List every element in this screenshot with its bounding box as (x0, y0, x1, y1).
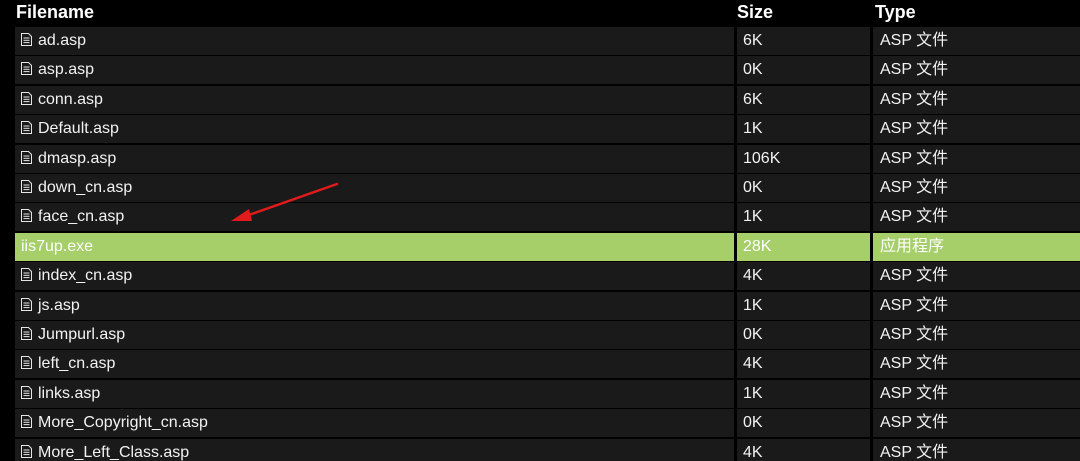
filename-cell[interactable]: face_cn.asp (15, 203, 734, 232)
document-icon (21, 209, 32, 223)
filename-cell[interactable]: index_cn.asp (15, 262, 734, 291)
filename-text: ad.asp (38, 32, 87, 49)
type-cell: ASP 文件 (873, 438, 1080, 461)
table-row[interactable]: conn.asp 6K ASP 文件 (0, 85, 1080, 115)
table-row[interactable]: asp.asp 0K ASP 文件 (0, 56, 1080, 85)
filename-cell[interactable]: links.asp (15, 379, 734, 408)
filename-cell[interactable]: left_cn.asp (15, 350, 734, 379)
type-cell: 应用程序 (873, 232, 1080, 261)
table-row[interactable]: ad.asp 6K ASP 文件 (0, 27, 1080, 56)
size-cell: 4K (737, 438, 870, 461)
table-row[interactable]: Default.asp 1K ASP 文件 (0, 115, 1080, 144)
size-cell: 28K (737, 232, 870, 261)
filename-cell[interactable]: More_Copyright_cn.asp (15, 409, 734, 438)
document-icon (21, 356, 32, 370)
filename-text: dmasp.asp (38, 149, 117, 167)
document-icon (21, 180, 32, 193)
size-cell: 1K (737, 203, 870, 232)
document-icon (21, 33, 32, 46)
table-row[interactable]: index_cn.asp 4K ASP 文件 (0, 262, 1080, 291)
filename-cell[interactable]: Default.asp (15, 115, 734, 144)
document-icon (21, 444, 32, 458)
table-row[interactable]: face_cn.asp 1K ASP 文件 (0, 203, 1080, 232)
filename-text: down_cn.asp (38, 179, 133, 196)
table-header: Filename Size Type (0, 0, 1080, 26)
type-cell: ASP 文件 (873, 115, 1080, 144)
size-cell: 6K (737, 85, 870, 114)
type-cell: ASP 文件 (873, 262, 1080, 291)
document-icon (21, 297, 32, 311)
table-row[interactable]: dmasp.asp 106K ASP 文件 (0, 144, 1080, 174)
table-row[interactable]: Jumpurl.asp 0K ASP 文件 (0, 321, 1080, 350)
size-cell: 6K (737, 27, 870, 55)
document-icon (21, 385, 32, 399)
type-cell: ASP 文件 (873, 56, 1080, 85)
size-cell: 1K (737, 379, 870, 408)
type-cell: ASP 文件 (873, 409, 1080, 438)
filename-text: More_Left_Class.asp (38, 443, 190, 461)
size-cell: 106K (737, 144, 870, 173)
table-row[interactable]: iis7up.exe 28K 应用程序 (0, 232, 1080, 262)
filename-cell[interactable]: iis7up.exe (15, 232, 734, 261)
filename-text: js.asp (38, 296, 80, 314)
column-header-type[interactable]: Type (875, 0, 916, 26)
filename-cell[interactable]: asp.asp (15, 56, 734, 85)
filename-text: Default.asp (38, 120, 119, 138)
table-row[interactable]: js.asp 1K ASP 文件 (0, 291, 1080, 321)
table-row[interactable]: More_Left_Class.asp 4K ASP 文件 (0, 438, 1080, 461)
filename-text: iis7up.exe (21, 237, 94, 255)
type-cell: ASP 文件 (873, 203, 1080, 232)
column-header-size[interactable]: Size (737, 0, 773, 26)
document-icon (21, 268, 32, 282)
table-row[interactable]: More_Copyright_cn.asp 0K ASP 文件 (0, 409, 1080, 438)
filename-cell[interactable]: down_cn.asp (15, 174, 734, 202)
type-cell: ASP 文件 (873, 27, 1080, 55)
type-cell: ASP 文件 (873, 85, 1080, 114)
document-icon (21, 62, 32, 76)
filename-text: index_cn.asp (38, 267, 133, 285)
document-icon (21, 327, 32, 340)
type-cell: ASP 文件 (873, 174, 1080, 202)
filename-cell[interactable]: Jumpurl.asp (15, 321, 734, 349)
size-cell: 0K (737, 321, 870, 349)
filename-text: More_Copyright_cn.asp (38, 414, 208, 432)
type-cell: ASP 文件 (873, 291, 1080, 320)
file-listing-table: Filename Size Type ad.asp 6K ASP 文件 asp.asp… (0, 0, 1080, 461)
column-header-filename[interactable]: Filename (16, 0, 94, 26)
type-cell: ASP 文件 (873, 144, 1080, 173)
document-icon (21, 150, 32, 164)
document-icon (21, 91, 32, 105)
filename-text: Jumpurl.asp (38, 326, 126, 343)
filename-cell[interactable]: More_Left_Class.asp (15, 438, 734, 461)
table-row[interactable]: links.asp 1K ASP 文件 (0, 379, 1080, 409)
size-cell: 0K (737, 174, 870, 202)
type-cell: ASP 文件 (873, 350, 1080, 379)
filename-text: left_cn.asp (38, 355, 116, 373)
filename-cell[interactable]: js.asp (15, 291, 734, 320)
type-cell: ASP 文件 (873, 379, 1080, 408)
filename-text: face_cn.asp (38, 208, 125, 226)
size-cell: 0K (737, 409, 870, 438)
filename-cell[interactable]: ad.asp (15, 27, 734, 55)
size-cell: 4K (737, 262, 870, 291)
table-row[interactable]: left_cn.asp 4K ASP 文件 (0, 350, 1080, 379)
filename-cell[interactable]: conn.asp (15, 85, 734, 114)
size-cell: 1K (737, 115, 870, 144)
filename-text: links.asp (38, 384, 101, 402)
filename-text: asp.asp (38, 61, 95, 79)
filename-text: conn.asp (38, 90, 103, 108)
size-cell: 0K (737, 56, 870, 85)
size-cell: 1K (737, 291, 870, 320)
filename-cell[interactable]: dmasp.asp (15, 144, 734, 173)
document-icon (21, 121, 32, 135)
table-row[interactable]: down_cn.asp 0K ASP 文件 (0, 174, 1080, 203)
size-cell: 4K (737, 350, 870, 379)
document-icon (21, 415, 32, 429)
type-cell: ASP 文件 (873, 321, 1080, 349)
